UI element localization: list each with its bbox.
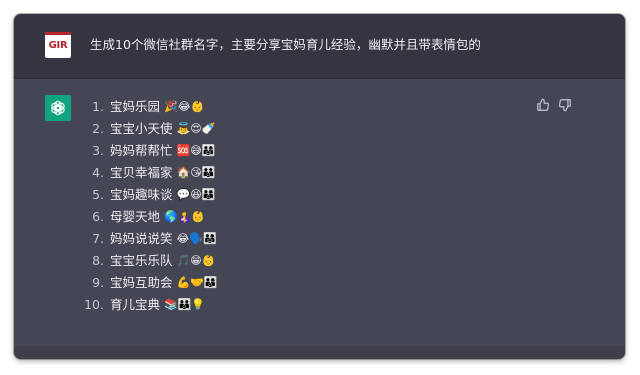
user-message: GIR 生成10个微信社群名字，主要分享宝妈育儿经验，幽默并且带表情包的	[14, 14, 625, 79]
list-item-text: 宝妈乐园	[110, 99, 161, 114]
list-item-number: 2.	[92, 121, 104, 136]
list-item-text: 育儿宝典	[110, 297, 161, 312]
thumbs-down-icon[interactable]	[557, 97, 573, 113]
list-item: 1. 宝妈乐园 🎉😂👶	[80, 96, 218, 118]
list-item: 5. 宝妈趣味谈 💬😆👨‍👩‍👦	[80, 184, 218, 206]
assistant-message: 1. 宝妈乐园 🎉😂👶 2. 宝宝小天使 👼😍🍼 3. 妈妈帮帮忙 🆘😅👨‍👩‍👧 4. 宝贝…	[14, 79, 625, 359]
user-avatar-text: GIR	[48, 39, 68, 51]
feedback-actions	[535, 97, 573, 113]
list-item-text: 宝妈互助会	[110, 275, 173, 290]
list-item-emoji: 👼😍🍼	[176, 122, 216, 135]
list-item-text: 母婴天地	[110, 209, 161, 224]
avatar-accent-bar	[45, 32, 71, 35]
list-item-number: 7.	[92, 231, 104, 246]
list-item-number: 8.	[92, 253, 104, 268]
list-item-text: 宝宝乐乐队	[110, 253, 173, 268]
list-item: 8. 宝宝乐乐队 🎵😁👶	[80, 250, 218, 272]
list-item: 4. 宝贝幸福家 🏠😘👪	[80, 162, 218, 184]
list-item-number: 4.	[92, 165, 104, 180]
list-item: 2. 宝宝小天使 👼😍🍼	[80, 118, 218, 140]
list-item-emoji: 💪🤝👨‍👩‍👦	[176, 276, 218, 289]
list-item-number: 6.	[92, 209, 104, 224]
user-avatar: GIR	[45, 32, 71, 58]
list-item-emoji: 🆘😅👨‍👩‍👧	[176, 144, 216, 157]
input-area-edge	[14, 346, 625, 359]
list-item: 10. 育儿宝典 📚👪💡	[80, 294, 218, 316]
list-item-emoji: 💬😆👨‍👩‍👦	[176, 188, 216, 201]
list-item-number: 5.	[92, 187, 104, 202]
list-item-number: 1.	[92, 99, 104, 114]
list-item-emoji: 🏠😘👪	[176, 166, 216, 179]
list-item-emoji: 😂🗣️👨‍👩‍👧	[176, 232, 217, 245]
list-item-text: 妈妈说说笑	[110, 231, 173, 246]
list-item-number: 9.	[92, 275, 104, 290]
list-item-number: 3.	[92, 143, 104, 158]
list-item: 3. 妈妈帮帮忙 🆘😅👨‍👩‍👧	[80, 140, 218, 162]
list-item: 9. 宝妈互助会 💪🤝👨‍👩‍👦	[80, 272, 218, 294]
chat-window: GIR 生成10个微信社群名字，主要分享宝妈育儿经验，幽默并且带表情包的 1. 宝…	[14, 14, 625, 359]
list-item-emoji: 🎵😁👶	[176, 254, 216, 267]
list-item-emoji: 📚👪💡	[164, 298, 206, 311]
list-item-text: 宝贝幸福家	[110, 165, 173, 180]
list-item-text: 宝宝小天使	[110, 121, 173, 136]
list-item-number: 10.	[84, 297, 104, 312]
list-item-emoji: 🌎🤱👶	[164, 210, 206, 223]
list-item: 6. 母婴天地 🌎🤱👶	[80, 206, 218, 228]
openai-logo-icon	[45, 95, 71, 121]
list-item: 7. 妈妈说说笑 😂🗣️👨‍👩‍👧	[80, 228, 218, 250]
thumbs-up-icon[interactable]	[535, 97, 551, 113]
user-prompt-text: 生成10个微信社群名字，主要分享宝妈育儿经验，幽默并且带表情包的	[90, 37, 481, 52]
list-item-emoji: 🎉😂👶	[164, 100, 205, 113]
list-item-text: 宝妈趣味谈	[110, 187, 173, 202]
list-item-text: 妈妈帮帮忙	[110, 143, 173, 158]
group-name-list: 1. 宝妈乐园 🎉😂👶 2. 宝宝小天使 👼😍🍼 3. 妈妈帮帮忙 🆘😅👨‍👩‍👧 4. 宝贝…	[80, 96, 218, 316]
